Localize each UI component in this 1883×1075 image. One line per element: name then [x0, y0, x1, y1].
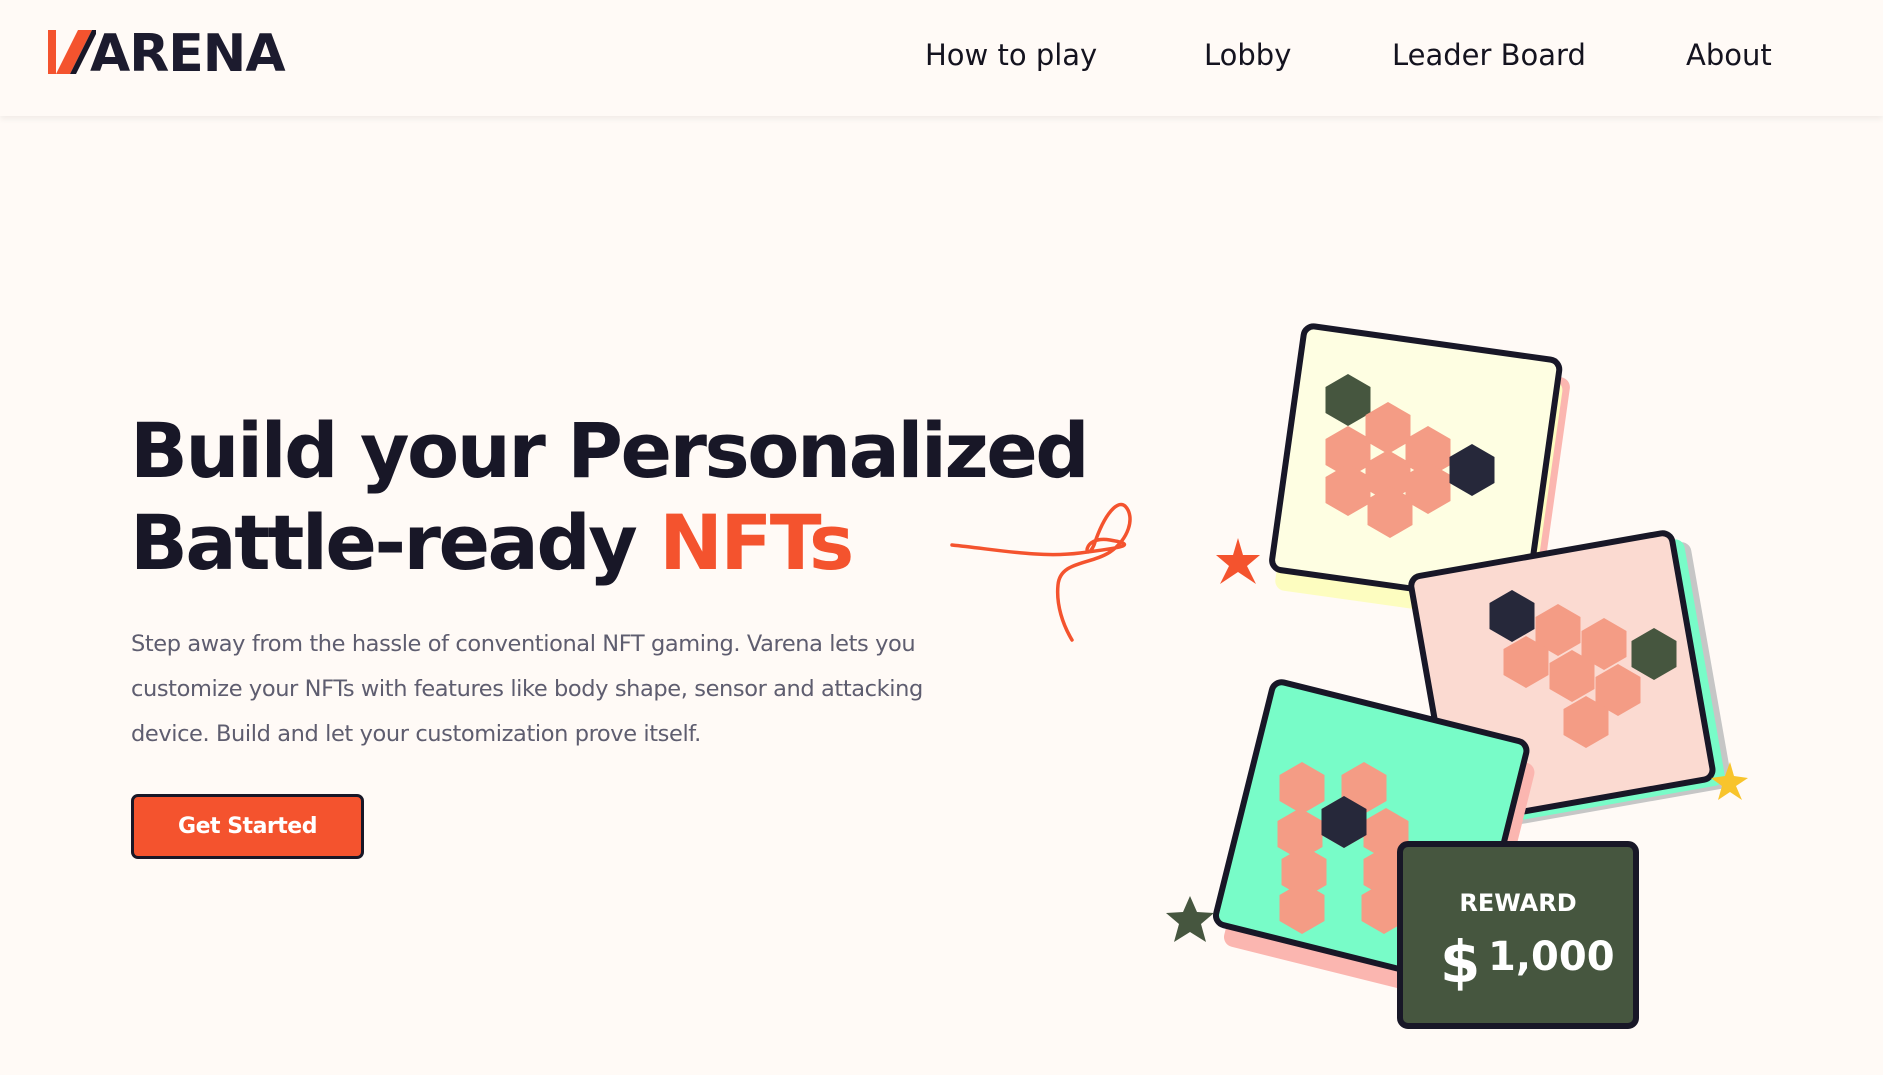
reward-label: REWARD: [1459, 889, 1576, 917]
star-icon-yellow: [1711, 762, 1748, 800]
star-icon-green: [1166, 896, 1214, 942]
top-navbar: ARENA How to play Lobby Leader Board Abo…: [0, 0, 1883, 116]
hero-title-accent: NFTs: [659, 498, 854, 587]
logo-text: ARENA: [90, 24, 286, 84]
hero-description: Step away from the hassle of conventiona…: [131, 631, 923, 747]
nav-leader-board[interactable]: Leader Board: [1392, 38, 1586, 72]
nav-how-to-play[interactable]: How to play: [925, 38, 1097, 72]
hero-title-line1: Build your Personalized: [130, 406, 1090, 495]
nft-card-cream: [1269, 323, 1570, 624]
nft-card-pink: [1408, 530, 1732, 832]
get-started-button[interactable]: Get Started: [131, 794, 364, 859]
reward-card: REWARD $ 1,000: [1397, 841, 1639, 1029]
hex-cluster-cream: [1325, 374, 1495, 538]
varena-logo-icon: [48, 30, 96, 74]
varena-logo[interactable]: ARENA: [46, 24, 286, 84]
nft-card-mint: [1212, 679, 1535, 1006]
hero-title: Build your Personalized Battle-ready NFT…: [130, 405, 1090, 589]
hex-cluster-pink: [1489, 590, 1677, 748]
star-icon-red: [1216, 538, 1260, 584]
hex-cluster-mint: [1277, 762, 1409, 934]
hero-title-line2: Battle-ready: [130, 498, 660, 587]
nav-lobby[interactable]: Lobby: [1204, 38, 1291, 72]
reward-currency: $: [1440, 928, 1480, 996]
nav-about[interactable]: About: [1686, 38, 1772, 72]
reward-amount: 1,000: [1488, 934, 1615, 980]
